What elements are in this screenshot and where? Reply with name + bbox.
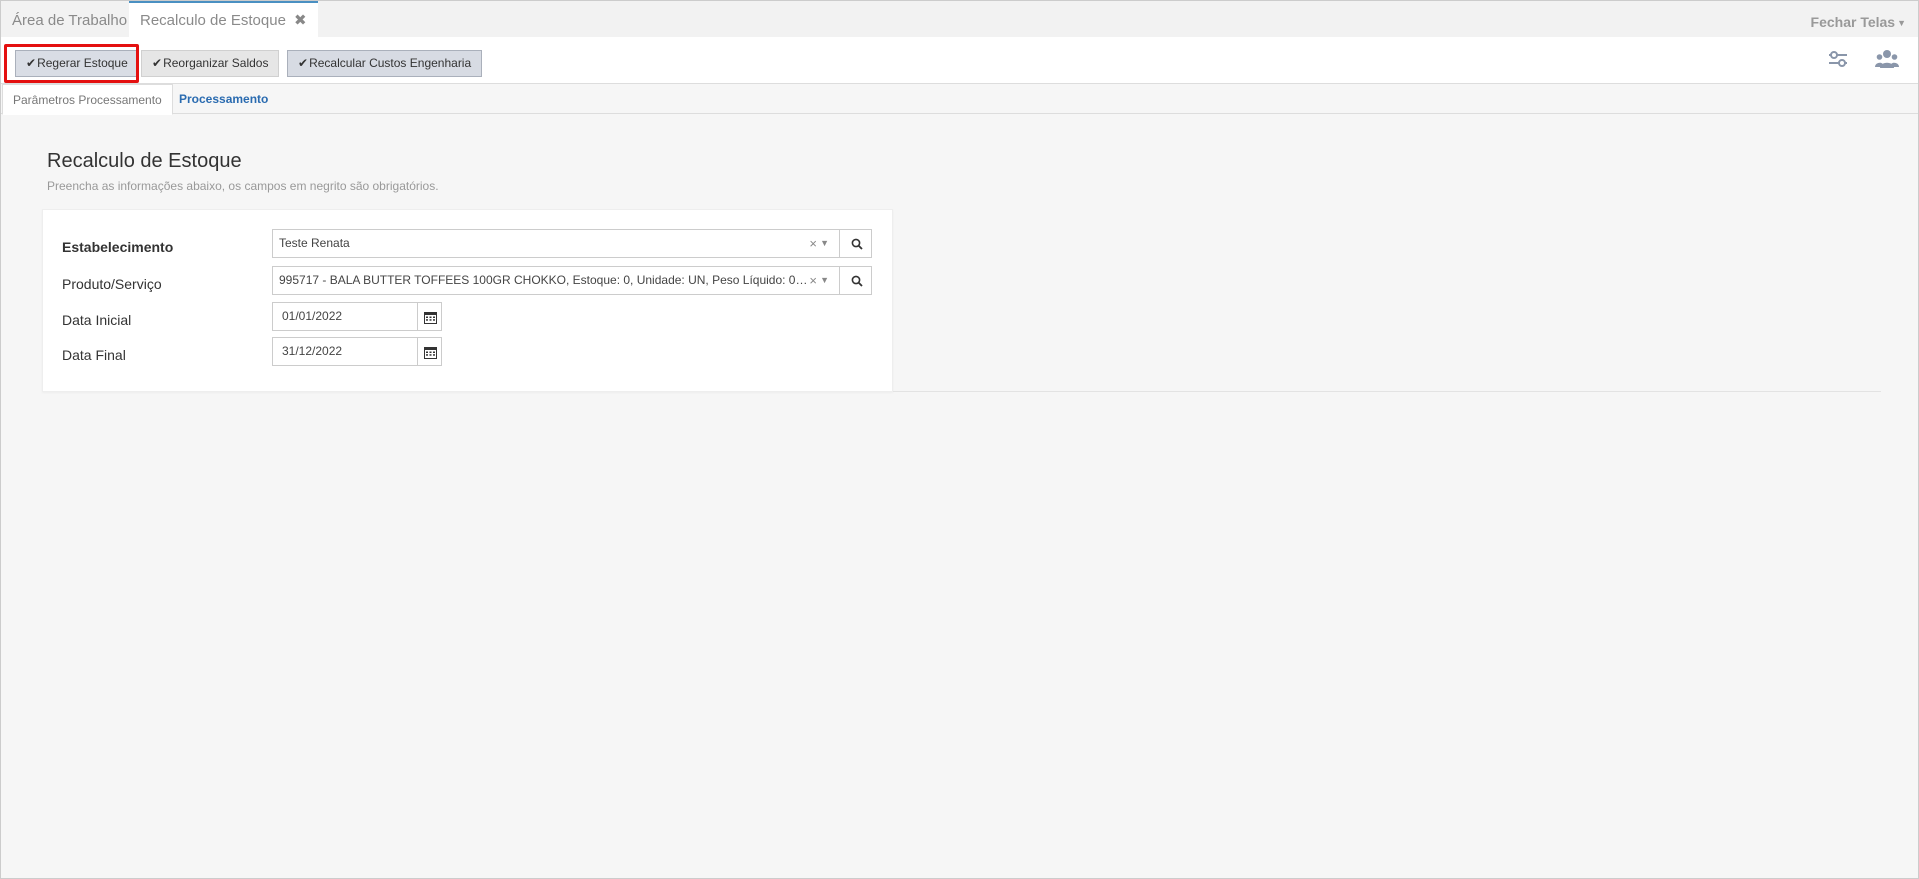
top-tab-bar: Área de Trabalho Recalculo de Estoque ✖ F… (1, 0, 1918, 38)
data-inicial-input[interactable]: 01/01/2022 (272, 302, 418, 331)
close-icon[interactable]: ✖ (294, 12, 307, 29)
produto-select[interactable]: 995717 - BALA BUTTER TOFFEES 100GR CHOKK… (272, 266, 840, 295)
estabelecimento-select[interactable]: Teste Renata × ▼ (272, 229, 840, 258)
tab-area-de-trabalho[interactable]: Área de Trabalho (1, 1, 138, 38)
clear-icon[interactable]: × (809, 267, 817, 294)
toolbar: ✔Regerar Estoque ✔Reorganizar Saldos ✔Re… (1, 37, 1918, 84)
tab-recalculo-de-estoque[interactable]: Recalculo de Estoque ✖ (129, 1, 318, 38)
check-icon: ✔ (152, 56, 163, 70)
estabelecimento-search-button[interactable] (839, 229, 872, 258)
tab-parametros-processamento[interactable]: Parâmetros Processamento (2, 84, 173, 115)
caret-down-icon: ▼ (1897, 18, 1906, 28)
chevron-down-icon: ▼ (820, 275, 829, 285)
estabelecimento-label: Estabelecimento (62, 239, 174, 255)
clear-icon[interactable]: × (809, 230, 817, 257)
sliders-icon[interactable] (1825, 46, 1851, 72)
divider (893, 391, 1881, 392)
search-icon (851, 238, 863, 250)
button-label: Recalcular Custos Engenharia (309, 56, 472, 70)
data-final-input[interactable]: 31/12/2022 (272, 337, 418, 366)
data-inicial-calendar-button[interactable] (417, 302, 442, 331)
tab-label: Recalculo de Estoque (140, 12, 286, 29)
page-title: Recalculo de Estoque (47, 150, 242, 172)
button-label: Regerar Estoque (37, 56, 128, 70)
data-inicial-label: Data Inicial (62, 312, 132, 328)
produto-search-button[interactable] (839, 266, 872, 295)
sub-tabs: Parâmetros Processamento Processamento (1, 84, 1918, 115)
regerar-estoque-button[interactable]: ✔Regerar Estoque (15, 50, 139, 77)
chevron-down-icon: ▼ (820, 238, 829, 248)
check-icon: ✔ (26, 56, 37, 70)
check-icon: ✔ (298, 56, 309, 70)
tab-label: Área de Trabalho (12, 12, 128, 29)
produto-label: Produto/Serviço (62, 276, 162, 292)
data-final-label: Data Final (62, 347, 126, 363)
calendar-icon (424, 312, 437, 324)
button-label: Reorganizar Saldos (163, 56, 269, 70)
search-icon (851, 275, 863, 287)
close-all-label: Fechar Telas (1810, 14, 1896, 30)
data-final-calendar-button[interactable] (417, 337, 442, 366)
calendar-icon (424, 347, 437, 359)
reorganizar-saldos-button[interactable]: ✔Reorganizar Saldos (141, 50, 280, 77)
produto-value: 995717 - BALA BUTTER TOFFEES 100GR CHOKK… (279, 273, 809, 287)
users-icon[interactable] (1874, 46, 1900, 72)
estabelecimento-value: Teste Renata (279, 236, 350, 250)
recalcular-custos-engenharia-button[interactable]: ✔Recalcular Custos Engenharia (287, 50, 483, 77)
page-subtitle: Preencha as informações abaixo, os campo… (47, 179, 439, 193)
close-all-tabs-dropdown[interactable]: Fechar Telas ▼ (1811, 1, 1906, 38)
tab-processamento[interactable]: Processamento (169, 84, 278, 114)
